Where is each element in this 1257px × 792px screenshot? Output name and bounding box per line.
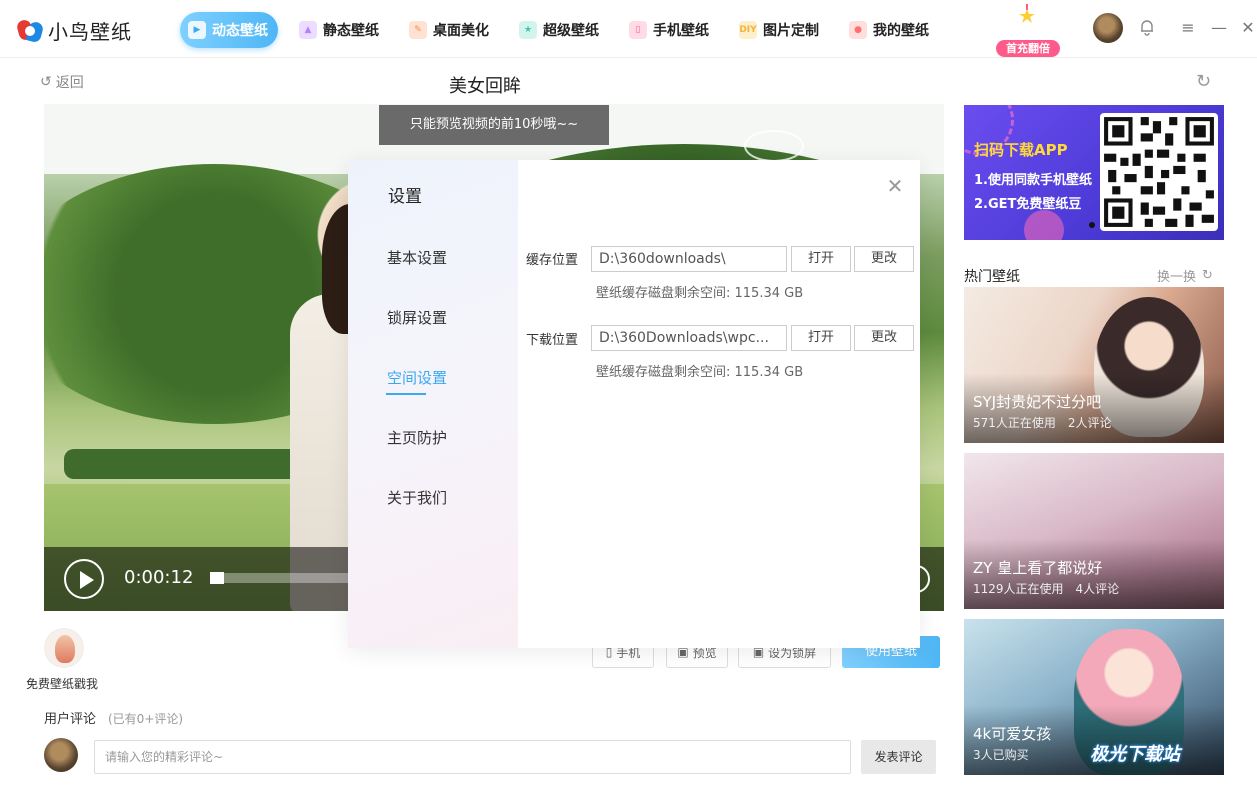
card-title: 4k可爱女孩: [973, 725, 1052, 743]
download-free-space: 壁纸缓存磁盘剩余空间: 115.34 GB: [596, 365, 804, 380]
tab-phone-wallpaper[interactable]: ▯ 手机壁纸: [621, 12, 719, 48]
tab-dynamic-wallpaper[interactable]: ▶ 动态壁纸: [180, 12, 278, 48]
card-usage: 1129人正在使用: [973, 582, 1064, 596]
submit-comment-button[interactable]: 发表评论: [861, 740, 936, 774]
card-meta: 571人正在使用 2人评论: [973, 414, 1112, 431]
tab-label: 桌面美化: [433, 23, 489, 39]
tab-label: 动态壁纸: [212, 23, 268, 39]
ad-line-2: 2.GET免费壁纸豆: [974, 197, 1082, 212]
close-window-icon[interactable]: ✕: [1238, 18, 1257, 38]
menu-icon[interactable]: ≡: [1178, 18, 1198, 38]
minimize-icon[interactable]: —: [1209, 18, 1229, 38]
refresh-icon: ↻: [1202, 268, 1213, 283]
card-meta: 1129人正在使用 4人评论: [973, 580, 1119, 597]
settings-menu-homepage-protect[interactable]: 主页防护: [387, 427, 447, 448]
preview-limit-notice: 只能预览视频的前10秒哦~~: [379, 105, 609, 145]
comments-title: 用户评论: [44, 712, 97, 727]
ad-line-1: 1.使用同款手机壁纸: [974, 173, 1092, 188]
tab-label: 超级壁纸: [543, 23, 599, 39]
comment-input[interactable]: [94, 740, 851, 774]
card-usage: 3人已购买: [973, 748, 1029, 762]
commenter-avatar: [44, 738, 78, 772]
back-arrow-icon: ↺: [40, 74, 52, 90]
tab-my-wallpaper[interactable]: ● 我的壁纸: [841, 12, 939, 48]
page-title: 美女回眸: [449, 76, 521, 97]
back-button[interactable]: ↺ 返回: [40, 72, 84, 92]
card-title: ZY 皇上看了都说好: [973, 559, 1103, 577]
recharge-promo[interactable]: 首充翻倍: [996, 0, 1060, 58]
gift-star-icon: [1019, 4, 1035, 23]
brush-icon: ✎: [409, 21, 427, 39]
settings-menu-lockscreen[interactable]: 锁屏设置: [387, 307, 447, 328]
video-icon: ▶: [188, 21, 206, 39]
download-path-field[interactable]: D:\360Downloads\wpc...: [591, 325, 787, 351]
image-icon: ▲: [299, 21, 317, 39]
playback-time: 0:00:12: [124, 567, 194, 588]
tab-label: 图片定制: [763, 23, 819, 39]
download-change-button[interactable]: 更改: [854, 325, 914, 351]
phone-icon: ▯: [629, 21, 647, 39]
download-app-banner[interactable]: 扫码下载APP 1.使用同款手机壁纸 2.GET免费壁纸豆: [964, 105, 1224, 240]
user-avatar[interactable]: [1093, 13, 1123, 43]
settings-title: 设置: [388, 187, 422, 207]
carousel-dot[interactable]: [1089, 222, 1095, 228]
qr-code-icon: [1100, 113, 1218, 231]
tab-super-wallpaper[interactable]: ★ 超级壁纸: [511, 12, 609, 48]
tab-label: 静态壁纸: [323, 23, 379, 39]
settings-menu-space[interactable]: 空间设置: [385, 367, 447, 395]
cache-location-label: 缓存位置: [526, 253, 579, 268]
ad-headline: 扫码下载APP: [974, 141, 1068, 159]
app-logo[interactable]: 小鸟壁纸: [15, 16, 132, 45]
app-name: 小鸟壁纸: [48, 20, 132, 44]
card-meta: 3人已购买: [973, 746, 1029, 763]
site-watermark: 极光下载站: [1090, 744, 1180, 765]
card-usage: 571人正在使用: [973, 416, 1056, 430]
settings-menu-about[interactable]: 关于我们: [387, 487, 447, 508]
cache-open-button[interactable]: 打开: [791, 246, 851, 272]
star-icon: ★: [519, 21, 537, 39]
back-label: 返回: [55, 75, 84, 91]
download-location-label: 下载位置: [526, 333, 579, 348]
mascot-label[interactable]: 免费壁纸戳我: [26, 675, 98, 692]
top-bar: 小鸟壁纸 ▶ 动态壁纸 ▲ 静态壁纸 ✎ 桌面美化 ★ 超级壁纸 ▯ 手机壁纸 …: [0, 0, 1257, 58]
card-comments: 4人评论: [1075, 582, 1120, 596]
watermark-logo-icon: [744, 130, 804, 162]
shuffle-label: 换一换: [1157, 270, 1197, 285]
progress-knob[interactable]: [210, 572, 224, 584]
cache-path-field[interactable]: D:\360downloads\: [591, 246, 787, 272]
tab-static-wallpaper[interactable]: ▲ 静态壁纸: [291, 12, 389, 48]
hot-wallpapers-title: 热门壁纸: [964, 269, 1020, 285]
wallpaper-card[interactable]: ZY 皇上看了都说好 1129人正在使用 4人评论: [964, 453, 1224, 609]
comments-count: (已有0+评论): [108, 712, 184, 726]
tab-label: 手机壁纸: [653, 23, 709, 39]
settings-menu-basic[interactable]: 基本设置: [387, 247, 447, 268]
cache-change-button[interactable]: 更改: [854, 246, 914, 272]
play-button[interactable]: [64, 559, 104, 599]
shuffle-button[interactable]: 换一换 ↻: [1157, 266, 1213, 285]
card-comments: 2人评论: [1067, 416, 1112, 430]
download-open-button[interactable]: 打开: [791, 325, 851, 351]
user-icon: ●: [849, 21, 867, 39]
tab-image-custom[interactable]: DIY 图片定制: [731, 12, 829, 48]
settings-sidebar: 设置 基本设置 锁屏设置 空间设置 主页防护 关于我们: [348, 160, 518, 648]
cache-free-space: 壁纸缓存磁盘剩余空间: 115.34 GB: [596, 286, 804, 301]
promo-label: 首充翻倍: [996, 40, 1060, 57]
tab-desktop-beautify[interactable]: ✎ 桌面美化: [401, 12, 499, 48]
bell-icon[interactable]: [1137, 18, 1157, 38]
refresh-icon[interactable]: ↻: [1196, 72, 1216, 92]
bird-logo-icon: [15, 18, 45, 44]
play-icon: [80, 571, 94, 589]
wallpaper-card[interactable]: SYJ封贵妃不过分吧 571人正在使用 2人评论: [964, 287, 1224, 443]
close-icon[interactable]: ✕: [885, 176, 905, 196]
mascot-avatar[interactable]: [44, 628, 84, 668]
settings-dialog: 设置 基本设置 锁屏设置 空间设置 主页防护 关于我们 ✕ 缓存位置 D:\36…: [348, 160, 920, 648]
diy-icon: DIY: [739, 21, 757, 39]
card-title: SYJ封贵妃不过分吧: [973, 393, 1102, 411]
tab-label: 我的壁纸: [873, 23, 929, 39]
